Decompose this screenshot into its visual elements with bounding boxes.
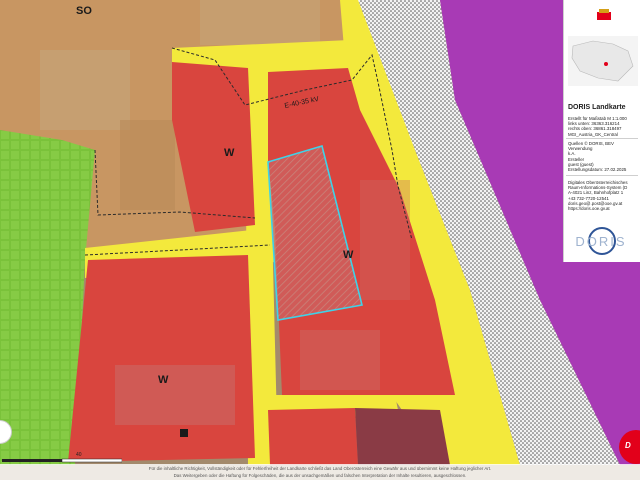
scale-label: 40 [76, 452, 82, 458]
building [360, 180, 410, 300]
disclaimer-footer: Für die inhaltliche Richtigkeit, Vollstä… [0, 464, 640, 480]
red-zone-south [268, 408, 358, 465]
zone-label-w: W [343, 249, 354, 261]
legend-panel: DORIS Landkarte Erstellt für Maßstab M 1… [563, 0, 640, 262]
brown-zone-building [200, 0, 320, 45]
zone-label-w: W [224, 147, 235, 159]
panel-meta: Erstellt für Maßstab M 1:1.000 links unt… [568, 116, 627, 137]
map-marker-icon [180, 429, 188, 437]
map-canvas[interactable]: E-40-35 kV SO W W W [0, 0, 640, 480]
brown-zone-building [120, 120, 175, 210]
panel-title: DORIS Landkarte [568, 104, 626, 111]
disclaimer-line-1: Für die inhaltliche Richtigkeit, Vollstä… [148, 466, 492, 471]
coat-of-arms-icon [597, 9, 611, 28]
brown-zone-building [40, 50, 130, 130]
zone-label-so: SO [76, 5, 92, 17]
red-zone-west [68, 255, 255, 462]
zone-label-w: W [158, 374, 169, 386]
doris-logo: DORIS [575, 227, 626, 255]
panel-contact: Digitales Oberösterreichisches Raum-Info… [568, 180, 628, 212]
dark-red-zone [355, 408, 450, 465]
svg-text:DORIS: DORIS [575, 234, 626, 249]
panel-sources: Quellen © DORIS, BEV Verwendung k.A. Ers… [568, 141, 627, 173]
disclaimer-line-2: Das Weitergeben oder die Haftung für Fol… [173, 473, 467, 478]
building [300, 330, 380, 390]
building [115, 365, 235, 425]
overview-minimap [568, 36, 638, 86]
